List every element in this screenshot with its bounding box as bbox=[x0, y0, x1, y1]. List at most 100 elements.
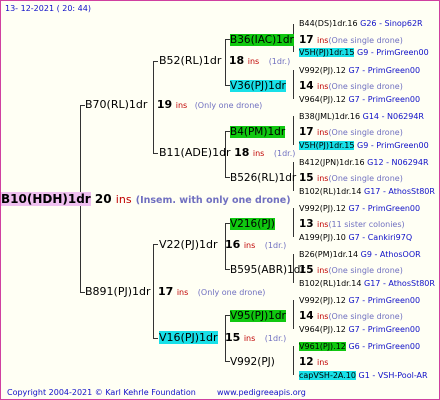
gen3-name: B595(ABR)1dr bbox=[230, 264, 305, 276]
gen4-node: V964(PJ).12 G7 - PrimGreen00 bbox=[299, 325, 421, 334]
gen4-node: B412(JPN)1dr.16 G12 - N06294R bbox=[299, 158, 429, 167]
gen4-code: G7 bbox=[348, 95, 360, 104]
gen3-note: (One single drone) bbox=[328, 174, 403, 183]
gen3-note: (One single drone) bbox=[328, 128, 403, 137]
gen4-breeder: PrimGreen00 bbox=[376, 141, 429, 150]
gen1-ins: ins bbox=[175, 101, 188, 110]
gen3-stats: 17 ins(One single drone) bbox=[299, 34, 403, 47]
gen4-name: V5H(PJ)1dr.15 bbox=[299, 48, 355, 57]
gen3-note: (One single drone) bbox=[328, 266, 403, 275]
gen3-stats: 14 ins(One single drone) bbox=[299, 80, 403, 93]
gen4-name: V5H(PJ)1dr.15 bbox=[299, 141, 355, 150]
gen4-code: G26 bbox=[360, 19, 377, 28]
gen4-breeder: PrimGreen00 bbox=[376, 48, 429, 57]
gen4-name: V961(PJ).12 bbox=[299, 342, 346, 351]
gen4-code: G9 bbox=[357, 48, 369, 57]
gen4-name: B26(PM)1dr.14 bbox=[299, 250, 359, 259]
connector bbox=[293, 116, 294, 145]
gen2-note: (1dr.) bbox=[273, 149, 296, 158]
connector bbox=[153, 61, 158, 62]
gen4-node: V992(PJ).12 G7 - PrimGreen00 bbox=[299, 204, 421, 213]
gen4-breeder: PrimGreen00 bbox=[367, 66, 421, 75]
gen4-code: G9 bbox=[357, 141, 369, 150]
gen2-ins: ins bbox=[243, 241, 256, 250]
gen4-name: A199(PJ).10 bbox=[299, 233, 346, 242]
gen1-node: B70(RL)1dr 19 ins (Only one drone) bbox=[85, 99, 262, 112]
gen2-num: 18 bbox=[228, 54, 245, 67]
gen4-breeder: AthosOOR bbox=[379, 250, 421, 259]
gen1-num: 19 bbox=[156, 98, 173, 111]
gen3-name: B526(RL)1dr bbox=[230, 172, 297, 184]
gen4-breeder: Cankiri97Q bbox=[367, 233, 413, 242]
gen3-num: 15 bbox=[299, 264, 314, 276]
gen3-ins: ins bbox=[316, 174, 329, 183]
gen4-name: capVSH-2A.10 bbox=[299, 371, 356, 380]
gen2-note: (1dr.) bbox=[268, 57, 291, 66]
gen2-node: B52(RL)1dr 18 ins (1dr.) bbox=[159, 55, 290, 68]
gen4-name: B102(RL)1dr.14 bbox=[299, 187, 362, 196]
gen4-breeder: VSH-Pool-AR bbox=[377, 371, 428, 380]
gen4-name: B44(DS)1dr.16 bbox=[299, 19, 358, 28]
gen1-note: (Only one drone) bbox=[194, 101, 263, 110]
gen4-name: B412(JPN)1dr.16 bbox=[299, 158, 365, 167]
gen4-node: V961(PJ).12 G6 - PrimGreen00 bbox=[299, 342, 421, 351]
gen3-note: (One single drone) bbox=[328, 312, 403, 321]
gen3-ins: ins bbox=[316, 82, 329, 91]
gen3-node: V992(PJ) bbox=[230, 356, 275, 368]
gen3-note: (One single drone) bbox=[328, 36, 403, 45]
gen4-node: B38(JML)1dr.16 G14 - N06294R bbox=[299, 112, 424, 121]
gen3-node: V95(PJ)1dr bbox=[230, 310, 286, 322]
gen3-stats: 14 ins(One single drone) bbox=[299, 310, 403, 323]
gen3-stats: 12 ins bbox=[299, 356, 328, 369]
gen2-note: (1dr.) bbox=[264, 241, 287, 250]
gen4-node: B44(DS)1dr.16 G26 - Sinop62R bbox=[299, 19, 423, 28]
gen4-code: G14 bbox=[362, 112, 380, 121]
gen2-ins: ins bbox=[247, 57, 260, 66]
gen3-stats: 15 ins(One single drone) bbox=[299, 172, 403, 185]
gen3-name: V216(PJ) bbox=[230, 218, 275, 230]
connector bbox=[153, 338, 158, 339]
gen3-name: B36(IAC)1dr bbox=[230, 34, 294, 46]
gen4-node: A199(PJ).10 G7 - Cankiri97Q bbox=[299, 233, 413, 242]
gen3-num: 14 bbox=[299, 80, 314, 92]
gen3-ins: ins bbox=[316, 128, 329, 137]
gen4-breeder: PrimGreen00 bbox=[367, 325, 421, 334]
gen3-ins: ins bbox=[316, 358, 329, 367]
site-link[interactable]: www.pedigreeapis.org bbox=[217, 387, 306, 399]
gen3-name: V36(PJ)1dr bbox=[230, 80, 286, 92]
connector bbox=[293, 300, 294, 329]
root-num: 20 bbox=[94, 192, 112, 206]
gen1-num: 17 bbox=[158, 285, 174, 298]
gen3-num: 13 bbox=[299, 218, 314, 230]
gen3-node: V36(PJ)1dr bbox=[230, 80, 286, 92]
gen4-node: V992(PJ).12 G7 - PrimGreen00 bbox=[299, 296, 421, 305]
gen1-ins: ins bbox=[176, 288, 189, 297]
gen4-code: G6 bbox=[348, 342, 360, 351]
gen4-name: B102(RL)1dr.14 bbox=[299, 279, 362, 288]
gen4-code: G7 bbox=[348, 66, 360, 75]
gen1-name: B891(PJ)1dr bbox=[85, 285, 151, 298]
root-ins: ins bbox=[115, 193, 132, 206]
gen2-name: V22(PJ)1dr bbox=[159, 238, 218, 251]
gen3-name: V992(PJ) bbox=[230, 356, 275, 368]
gen4-name: V964(PJ).12 bbox=[299, 95, 346, 104]
gen3-node: V216(PJ) bbox=[230, 218, 275, 230]
connector bbox=[293, 70, 294, 99]
gen4-code: G17 bbox=[364, 279, 381, 288]
gen4-node: B102(RL)1dr.14 G17 - AthosSt80R bbox=[299, 187, 435, 196]
gen4-breeder: PrimGreen00 bbox=[367, 296, 421, 305]
gen4-node: V5H(PJ)1dr.15 G9 - PrimGreen00 bbox=[299, 48, 429, 57]
gen3-stats: 17 ins(One single drone) bbox=[299, 126, 403, 139]
root-note: (Insem. with only one drone) bbox=[135, 195, 291, 206]
gen3-num: 12 bbox=[299, 356, 314, 368]
gen2-name: B11(ADE)1dr bbox=[159, 146, 231, 159]
gen4-breeder: AthosSt80R bbox=[388, 187, 435, 196]
gen4-code: G7 bbox=[348, 325, 360, 334]
gen1-node: B891(PJ)1dr 17 ins (Only one drone) bbox=[85, 286, 265, 299]
gen3-ins: ins bbox=[316, 36, 329, 45]
gen4-node: V5H(PJ)1dr.15 G9 - PrimGreen00 bbox=[299, 141, 429, 150]
gen3-ins: ins bbox=[316, 266, 329, 275]
gen3-name: B4(PM)1dr bbox=[230, 126, 286, 138]
gen4-name: V992(PJ).12 bbox=[299, 66, 346, 75]
gen3-stats: 13 ins(11 sister colonies) bbox=[299, 218, 405, 231]
